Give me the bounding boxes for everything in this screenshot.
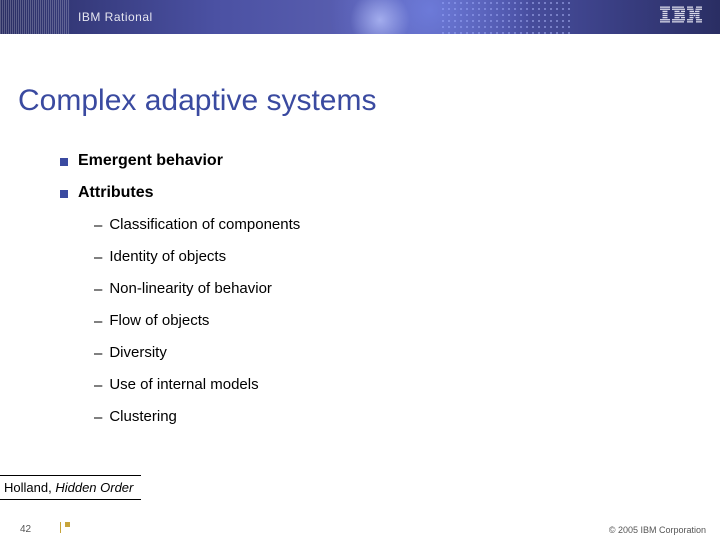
bullet-l2: – Diversity [94, 344, 640, 364]
bullet-l2-text: Use of internal models [109, 376, 258, 393]
slide: IBM Rational [0, 0, 720, 540]
square-bullet-icon [60, 190, 68, 198]
page-number: 42 [20, 524, 31, 535]
bullet-l2-text: Clustering [109, 408, 177, 425]
square-bullet-icon [60, 158, 68, 166]
dash-bullet-icon: – [94, 216, 102, 236]
bullet-l2-text: Flow of objects [109, 312, 209, 329]
citation-author: Holland, [4, 480, 52, 495]
sub-bullet-list: – Classification of components – Identit… [94, 216, 640, 428]
slide-title: Complex adaptive systems [18, 84, 376, 118]
bullet-l2-text: Classification of components [109, 216, 300, 233]
slide-body: Emergent behavior Attributes – Classific… [60, 144, 640, 440]
bullet-l1-text: Emergent behavior [78, 152, 223, 170]
header-bar: IBM Rational [0, 0, 720, 34]
bullet-l2: – Use of internal models [94, 376, 640, 396]
bullet-l2: – Classification of components [94, 216, 640, 236]
bullet-l2-text: Diversity [109, 344, 167, 361]
dash-bullet-icon: – [94, 312, 102, 332]
bullet-l2: – Identity of objects [94, 248, 640, 268]
bullet-l1: Emergent behavior [60, 152, 640, 170]
footer: 42 © 2005 IBM Corporation [0, 518, 720, 540]
footer-decor-icon [48, 520, 78, 538]
header-decor-circle-small [350, 0, 410, 34]
bullet-l2: – Flow of objects [94, 312, 640, 332]
dash-bullet-icon: – [94, 376, 102, 396]
bullet-l2-text: Non-linearity of behavior [109, 280, 272, 297]
citation-title: Hidden Order [55, 480, 133, 495]
header-product-label: IBM Rational [78, 10, 153, 24]
bullet-l1-text: Attributes [78, 184, 154, 202]
bullet-l2: – Non-linearity of behavior [94, 280, 640, 300]
bullet-l1: Attributes [60, 184, 640, 202]
dash-bullet-icon: – [94, 248, 102, 268]
dash-bullet-icon: – [94, 408, 102, 428]
bullet-l2-text: Identity of objects [109, 248, 226, 265]
dash-bullet-icon: – [94, 280, 102, 300]
ibm-logo-icon [660, 7, 702, 28]
dash-bullet-icon: – [94, 344, 102, 364]
citation-box: Holland, Hidden Order [0, 475, 141, 500]
copyright-text: © 2005 IBM Corporation [609, 525, 706, 535]
bullet-l2: – Clustering [94, 408, 640, 428]
